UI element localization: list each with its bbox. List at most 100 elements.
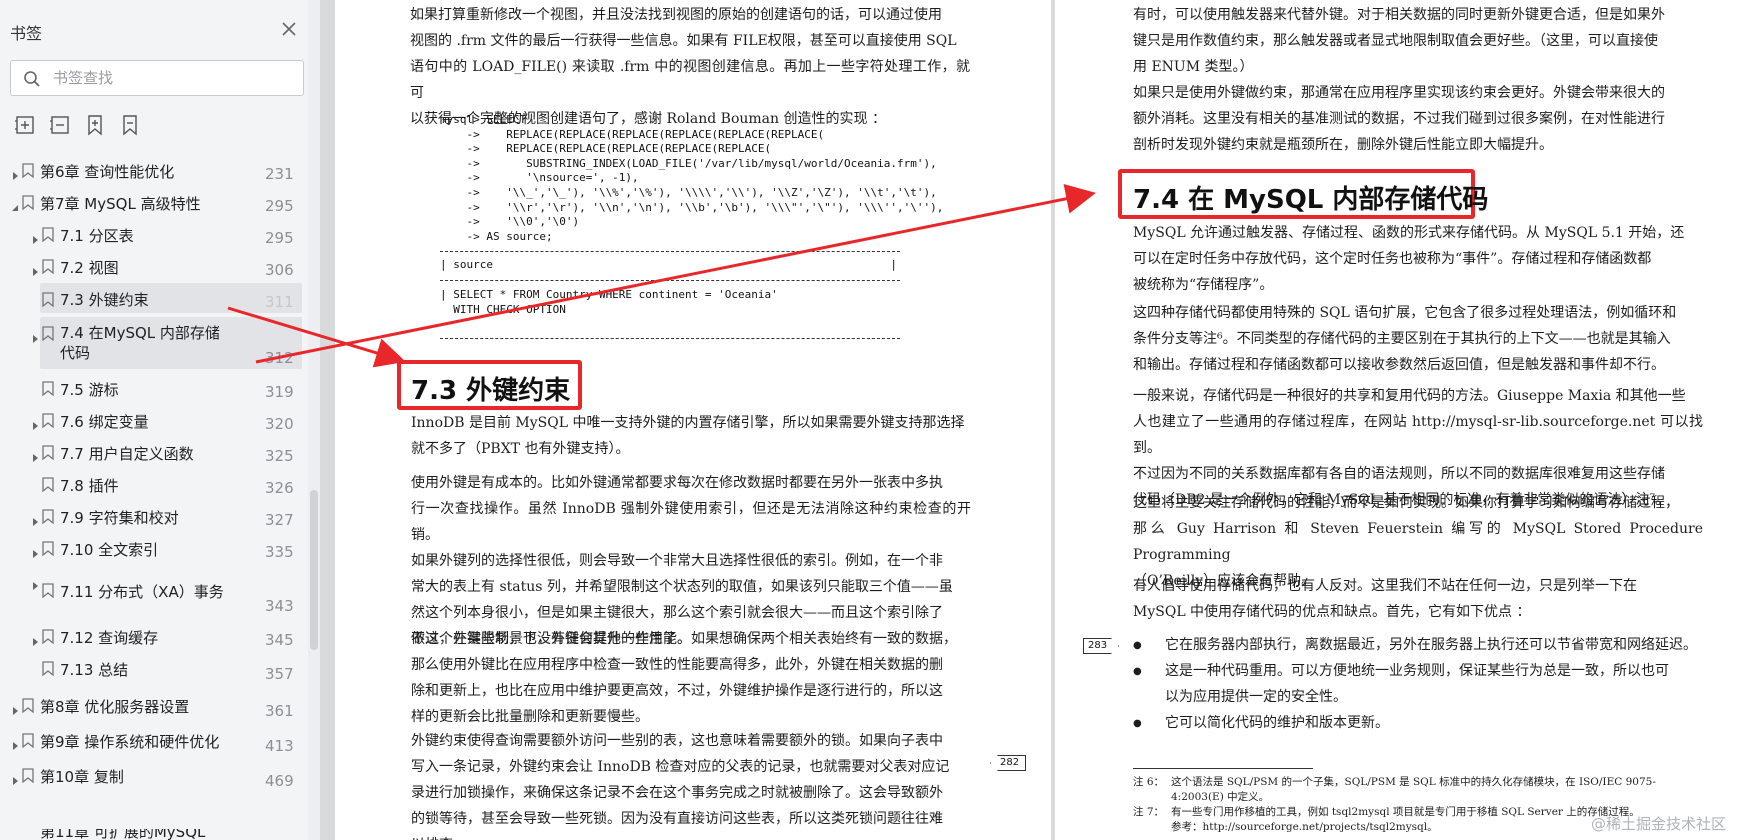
toc-label: 7.12 查询缓存 [60,629,159,647]
toc-item[interactable]: 7.3 外键约束 311 [0,283,308,317]
toc-label: 7.13 总结 [60,661,129,679]
toc-page-number: 325 [265,447,294,465]
toc-page-number: 413 [265,737,294,755]
footnote-divider [1133,768,1313,769]
toc-page-number: 343 [265,597,294,615]
toc-item[interactable]: 7.7 用户自定义函数 325 [0,437,308,469]
chevron-right-icon[interactable] [10,701,20,715]
bookmark-search-input[interactable] [53,68,293,88]
footnote-label: 注 7： [1133,806,1165,818]
text-line: MySQL 中使用存储代码的优点和缺点。首先，它有如下优点 ： [1133,604,1531,620]
toc-item[interactable]: 7.2 视图 306 [0,251,308,283]
toc-item[interactable]: 第7章 MySQL 高级特性 295 [0,187,308,219]
text-line: 然这个列本身很小，但是如果主键很大，那么这个索引就会很大——而且这个索引除了 [411,605,943,621]
toc-item[interactable]: 7.11 分布式（XA）事务 343 [0,565,308,617]
advantages-list: 它在服务器内部执行，离数据最近，另外在服务器上执行还可以节省带宽和网络延迟。 这… [1133,632,1703,737]
toc-page-number: 327 [265,511,294,529]
chevron-right-icon[interactable] [30,416,40,430]
text-line: 剖析时发现外键约束就是瓶颈所在，删除外键后性能立即大幅提升。 [1133,137,1553,153]
pdf-reader-window: 书签 书签查找 第6章 查询性能优化 231 第7章 MySQL 高级特性 29… [0,0,1738,840]
chevron-right-icon[interactable] [10,166,20,180]
chevron-right-icon[interactable] [30,544,40,558]
toc-label-line2: 代码 [60,344,91,362]
toc-page-number: 295 [265,197,294,215]
text-line: 不过因为不同的关系数据库都有各自的语法规则，所以不同的数据库很难复用这些存储 [1133,466,1665,482]
toc-item[interactable]: 7.5 游标 319 [0,373,308,405]
toc-item[interactable]: 7.12 查询缓存 345 [0,621,308,653]
chevron-right-icon[interactable] [30,329,40,343]
toc-label: 7.10 全文索引 [60,541,159,559]
bookmark-sidebar: 书签 书签查找 第6章 查询性能优化 231 第7章 MySQL 高级特性 29… [0,0,320,840]
watermark: @稀土掘金技术社区 [1590,815,1726,833]
text-line: 那么 Guy Harrison 和 Steven Feuerstein 编写的 … [1133,521,1703,563]
collapse-all-icon[interactable] [49,114,71,136]
text-line: 这四种存储代码都使用特殊的 SQL 语句扩展，它包含了很多过程处理语法，例如循环… [1133,305,1677,321]
toc-item[interactable]: 7.10 全文索引 335 [0,533,308,565]
footnote-text: 这个语法是 SQL/PSM 的一个子集，SQL/PSM 是 SQL 标准中的持久… [1171,776,1656,788]
toc-item[interactable]: 7.13 总结 357 [0,653,308,685]
bookmark-icon [42,445,54,461]
bookmark-icon [42,259,54,275]
chevron-right-icon[interactable] [30,632,40,646]
expand-all-icon[interactable] [14,114,36,136]
chevron-right-icon[interactable] [10,771,20,785]
scrollbar-thumb[interactable] [310,490,318,650]
toc-item[interactable]: 第10章 复制 469 [0,760,308,792]
result-header: | source | [440,258,897,271]
text-line: MySQL 允许通过触发器、存储过程、函数的形式来存储代码。从 MySQL 5.… [1133,225,1685,241]
paragraph: 如果只是使用外键做约束，那通常在应用程序里实现该约束会更好。外键会带来很大的 额… [1133,80,1703,158]
chevron-down-icon[interactable] [10,198,20,211]
text-line: 可以在定时任务中存放代码，这个定时任务也被称为“事件”。存储过程和存储函数都 [1133,251,1652,267]
text-line: 以排查。 [411,832,971,840]
text-line: InnoDB 是目前 MySQL 中唯一支持外键的内置存储引擎，所以如果需要外键… [411,415,965,431]
list-item: 它可以简化代码的维护和版本更新。 [1133,710,1703,737]
toc-item[interactable]: 第9章 操作系统和硬件优化 413 [0,725,308,757]
chevron-right-icon[interactable] [30,230,40,244]
chevron-right-icon[interactable] [30,262,40,276]
toc-page-number: 320 [265,415,294,433]
sidebar-title: 书签 [10,24,43,43]
toc-item-selected[interactable]: 7.4 在MySQL 内部存储 代码 312 [0,317,308,369]
toc-label: 第6章 查询性能优化 [40,163,175,181]
bookmark-icon[interactable] [119,114,141,136]
text-line: 外键约束使得查询需要额外访问一些别的表，这也意味着需要额外的锁。如果向子表中 [411,733,943,749]
bookmark-search-field[interactable] [10,60,304,96]
toc-item[interactable]: 7.6 绑定变量 320 [0,405,308,437]
bookmark-icon [22,163,34,179]
toc-item[interactable]: 7.1 分区表 295 [0,219,308,251]
bookmark-icon [42,477,54,493]
toc-label: 第10章 复制 [40,768,124,786]
text-line: 不过，在某些场景下，外键会提升一些性能。如果想确保两个相关表始终有一致的数据， [411,631,957,647]
footnote-label: 注 6： [1133,776,1165,788]
toc-page-number: 345 [265,631,294,649]
toc-label: 7.9 字符集和校对 [60,509,179,527]
footnote-text: 有一些专门用作移植的工具，例如 tsql2mysql 项目就是专门用于移植 SQ… [1171,806,1640,818]
toc-page-number: 361 [265,702,294,720]
sidebar-scrollbar[interactable] [308,0,320,840]
add-bookmark-icon[interactable] [84,114,106,136]
chevron-right-icon[interactable] [30,448,40,462]
close-icon[interactable] [278,18,300,40]
text-line: 除和更新上，也比在应用中维护要更高效，不过，外键维护操作是逐行进行的，所以这 [411,683,943,699]
toc-item[interactable]: 7.9 字符集和校对 327 [0,501,308,533]
chevron-right-icon[interactable] [30,512,40,526]
pdf-page-right: 有时，可以使用触发器来代替外键。对于相关数据的同时更新外键更合适，但是如果外 键… [1055,0,1738,840]
toc-label: 7.6 绑定变量 [60,413,149,431]
text-line: 语句中的 LOAD_FILE() 来读取 .frm 中的视图创建信息。再加上一些… [410,59,970,101]
text-line: 如果打算重新修改一个视图，并且没法找到视图的原始的创建语句的话，可以通过使用 [410,7,942,23]
text-line: 一般来说，存储代码是一种很好的共享和复用代码的方法。Giuseppe Maxia… [1133,388,1686,404]
toc-label: 第7章 MySQL 高级特性 [40,195,201,213]
toc-page-number: 306 [265,261,294,279]
list-item-continued: 以为应用提供一定的安全性。 [1133,684,1703,710]
toc-item[interactable]: 第6章 查询性能优化 231 [0,155,308,187]
paragraph: 有时，可以使用触发器来代替外键。对于相关数据的同时更新外键更合适，但是如果外 键… [1133,2,1703,80]
chevron-right-icon[interactable] [10,736,20,750]
bookmark-icon [22,195,34,211]
chevron-right-icon[interactable] [30,576,40,590]
toc-item[interactable]: 第8章 优化服务器设置 361 [0,690,308,722]
toc-label: 7.5 游标 [60,381,119,399]
toc-item[interactable]: 第11章 可扩展的MySQL [0,829,308,840]
bookmark-icon [22,698,34,714]
text-line: 行一次查找操作。虽然 InnoDB 强制外键使用索引，但还是无法消除这种约束检查… [411,501,971,543]
toc-item[interactable]: 7.8 插件 326 [0,469,308,501]
